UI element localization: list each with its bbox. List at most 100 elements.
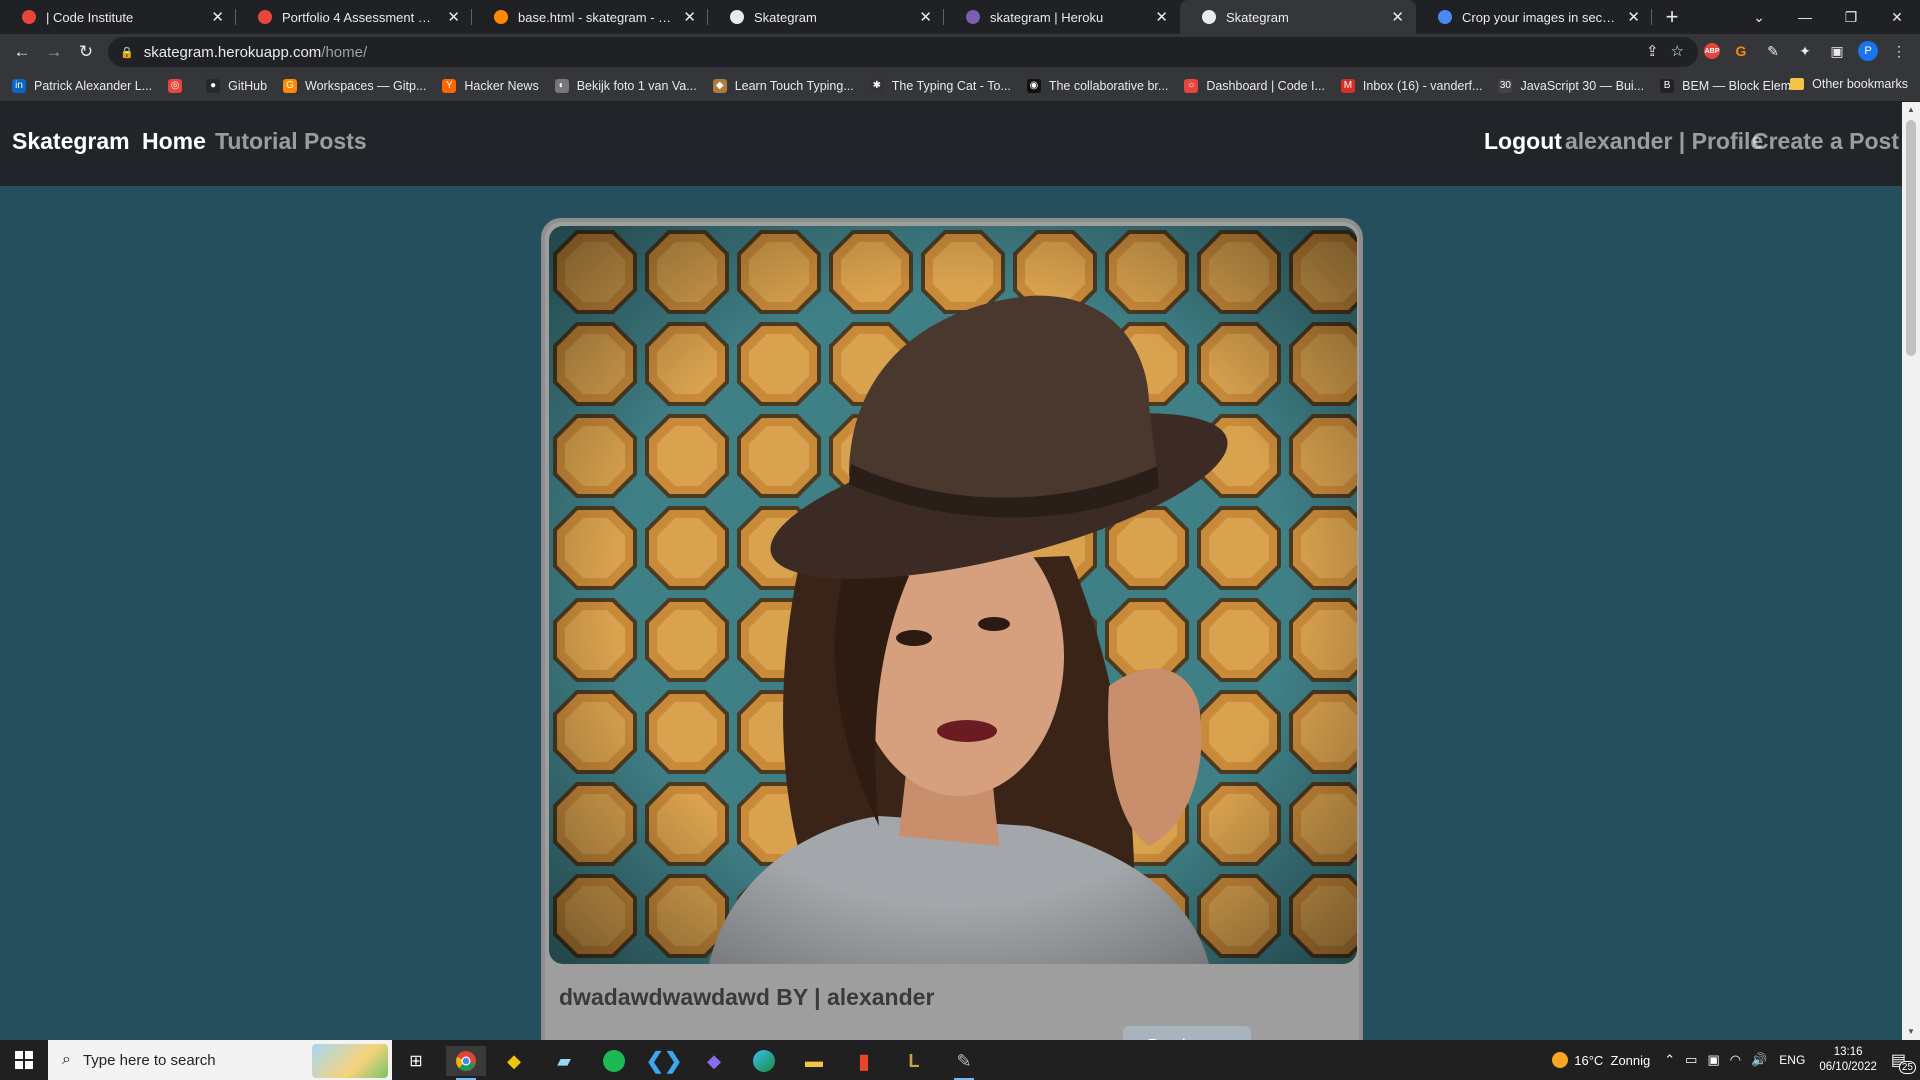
taskbar-search[interactable]: ⌕ Type here to search xyxy=(48,1040,392,1080)
wifi-icon[interactable]: ◠ xyxy=(1730,1052,1741,1068)
gitpod-extension-icon[interactable]: G xyxy=(1730,40,1752,62)
gitpod-icon xyxy=(494,10,508,24)
back-button[interactable]: ← xyxy=(6,36,38,68)
notification-count: 25 xyxy=(1898,1061,1916,1074)
paint-app-icon[interactable]: ✎ xyxy=(944,1046,984,1080)
obsidian-icon[interactable]: ◆ xyxy=(694,1046,734,1076)
bookmark-item[interactable]: M Inbox (16) - vanderf... xyxy=(1340,78,1483,93)
clock[interactable]: 13:16 06/10/2022 xyxy=(1819,1045,1877,1075)
nav-create-post[interactable]: Create a Post xyxy=(1752,128,1899,155)
post-photo-illustration xyxy=(549,226,1357,964)
chrome-icon[interactable] xyxy=(446,1046,486,1080)
file-explorer-icon[interactable]: ▬ xyxy=(794,1046,834,1076)
close-tab-icon[interactable]: ✕ xyxy=(447,8,460,26)
other-bookmarks-label: Other bookmarks xyxy=(1812,77,1908,91)
close-tab-icon[interactable]: ✕ xyxy=(919,8,932,26)
bookmark-favicon-icon: ○ xyxy=(1184,78,1199,93)
post-image[interactable] xyxy=(549,226,1357,964)
bookmark-item[interactable]: Y Hacker News xyxy=(442,78,539,93)
adblock-icon[interactable]: ABP xyxy=(1704,43,1720,59)
nav-profile[interactable]: alexander | Profile xyxy=(1565,128,1763,155)
edge-icon[interactable] xyxy=(744,1046,784,1076)
close-tab-icon[interactable]: ✕ xyxy=(1391,8,1404,26)
bookmark-item[interactable]: in Patrick Alexander L... xyxy=(12,78,152,93)
browser-tab[interactable]: | Code Institute ✕ xyxy=(0,0,236,34)
search-icon: ⌕ xyxy=(62,1051,71,1068)
weather-sun-icon[interactable] xyxy=(1552,1052,1569,1068)
chevron-up-icon[interactable]: ⌃ xyxy=(1664,1052,1675,1068)
close-tab-icon[interactable]: ✕ xyxy=(1627,8,1640,26)
globe-icon xyxy=(730,10,744,24)
close-window-button[interactable]: ✕ xyxy=(1874,0,1920,34)
scrollbar-thumb[interactable] xyxy=(1906,120,1916,356)
bookmark-item[interactable]: B BEM — Block Elem... xyxy=(1660,78,1802,93)
meet-now-icon[interactable]: ▭ xyxy=(1685,1052,1697,1068)
browser-tab-strip: | Code Institute ✕ Portfolio 4 Assessment … xyxy=(0,0,1920,34)
bookmark-label: Workspaces — Gitp... xyxy=(305,78,427,93)
reload-button[interactable]: ↻ xyxy=(70,36,102,68)
notepad-icon[interactable]: ▰ xyxy=(544,1046,584,1076)
bookmark-item[interactable]: ◉ The collaborative br... xyxy=(1026,78,1168,93)
bookmark-favicon-icon: 30 xyxy=(1498,78,1513,93)
bookmark-favicon-icon: Y xyxy=(442,78,457,93)
weather-text[interactable]: 16°C Zonnig xyxy=(1574,1053,1650,1068)
language-indicator[interactable]: ENG xyxy=(1779,1053,1805,1067)
page-scrollbar[interactable]: ▲ ▼ xyxy=(1902,102,1920,1040)
site-brand[interactable]: Skategram xyxy=(12,128,130,155)
omnibox-actions: ⇪ ☆ xyxy=(1646,42,1684,60)
volume-icon[interactable]: 🔊 xyxy=(1751,1052,1767,1068)
bookmark-item[interactable]: ◐ Bekijk foto 1 van Va... xyxy=(554,78,697,93)
spotify-icon[interactable] xyxy=(594,1046,634,1076)
scroll-up-icon[interactable]: ▲ xyxy=(1902,102,1920,118)
forward-button[interactable]: → xyxy=(38,36,70,68)
bookmarks-bar: in Patrick Alexander L... ◎ ● GitHub G Workspa… xyxy=(0,70,1920,102)
minimize-button[interactable]: — xyxy=(1782,0,1828,34)
close-tab-icon[interactable]: ✕ xyxy=(211,8,224,26)
puzzle-icon[interactable]: ✦ xyxy=(1794,40,1816,62)
bookmark-favicon-icon: ◐ xyxy=(554,78,569,93)
share-icon[interactable]: ⇪ xyxy=(1646,42,1659,60)
bookmark-item[interactable]: ✱ The Typing Cat - To... xyxy=(869,78,1011,93)
nav-logout[interactable]: Logout xyxy=(1484,128,1562,155)
bookmark-item[interactable]: ○ Dashboard | Code I... xyxy=(1184,78,1325,93)
other-bookmarks[interactable]: Other bookmarks xyxy=(1790,77,1908,91)
nav-tutorial-posts[interactable]: Tutorial Posts xyxy=(215,128,367,155)
nav-home[interactable]: Home xyxy=(142,128,206,155)
address-bar[interactable]: 🔒 skategram.herokuapp.com/home/ ⇪ ☆ xyxy=(108,37,1698,67)
browser-tab[interactable]: Skategram ✕ xyxy=(708,0,944,34)
scroll-down-icon[interactable]: ▼ xyxy=(1902,1024,1920,1040)
close-tab-icon[interactable]: ✕ xyxy=(683,8,696,26)
browser-tab[interactable]: Portfolio 4 Assessment Guide | P ✕ xyxy=(236,0,472,34)
windows-start-button[interactable] xyxy=(0,1040,48,1080)
vscode-icon[interactable]: ❮❯ xyxy=(644,1046,684,1076)
git-app-icon[interactable]: ◆ xyxy=(494,1046,534,1076)
browser-tab[interactable]: Crop your images in seconds fo ✕ xyxy=(1416,0,1652,34)
browser-tab[interactable]: base.html - skategram - Gitpod ✕ xyxy=(472,0,708,34)
lock-icon[interactable]: 🔒 xyxy=(120,46,134,59)
bookmark-item[interactable]: ● GitHub xyxy=(206,78,267,93)
extensions-area: ABP G ✎ ✦ ▣ P ⋮ xyxy=(1694,40,1910,62)
notification-center-icon[interactable]: ▤ 25 xyxy=(1891,1050,1916,1074)
tab-title: skategram | Heroku xyxy=(990,9,1104,25)
new-tab-button[interactable]: + xyxy=(1652,0,1692,34)
bookmark-label: Inbox (16) - vanderf... xyxy=(1362,78,1483,93)
browser-tab[interactable]: Skategram ✕ xyxy=(1180,0,1416,34)
post-title[interactable]: dwadawdwawdawd BY | alexander xyxy=(559,984,934,1011)
bookmark-item[interactable]: 30 JavaScript 30 — Bui... xyxy=(1498,78,1644,93)
league-icon[interactable]: L xyxy=(894,1046,934,1076)
restore-button[interactable]: ❐ xyxy=(1828,0,1874,34)
browser-tab[interactable]: skategram | Heroku ✕ xyxy=(944,0,1180,34)
task-view-icon[interactable]: ⊞ xyxy=(396,1046,436,1076)
bookmark-item[interactable]: ◎ xyxy=(168,78,190,93)
close-tab-icon[interactable]: ✕ xyxy=(1155,8,1168,26)
avatar[interactable]: P xyxy=(1858,41,1878,61)
bookmark-item[interactable]: ◆ Learn Touch Typing... xyxy=(712,78,854,93)
tab-search-icon[interactable]: ⌄ xyxy=(1736,0,1782,34)
bookmark-star-icon[interactable]: ☆ xyxy=(1671,42,1684,60)
bookmark-item[interactable]: G Workspaces — Gitp... xyxy=(283,78,427,93)
display-icon[interactable]: ▣ xyxy=(1707,1052,1719,1068)
side-panel-icon[interactable]: ▣ xyxy=(1826,40,1848,62)
kebab-menu-icon[interactable]: ⋮ xyxy=(1888,40,1910,62)
pen-extension-icon[interactable]: ✎ xyxy=(1762,40,1784,62)
office-icon[interactable]: ▮ xyxy=(844,1046,884,1076)
